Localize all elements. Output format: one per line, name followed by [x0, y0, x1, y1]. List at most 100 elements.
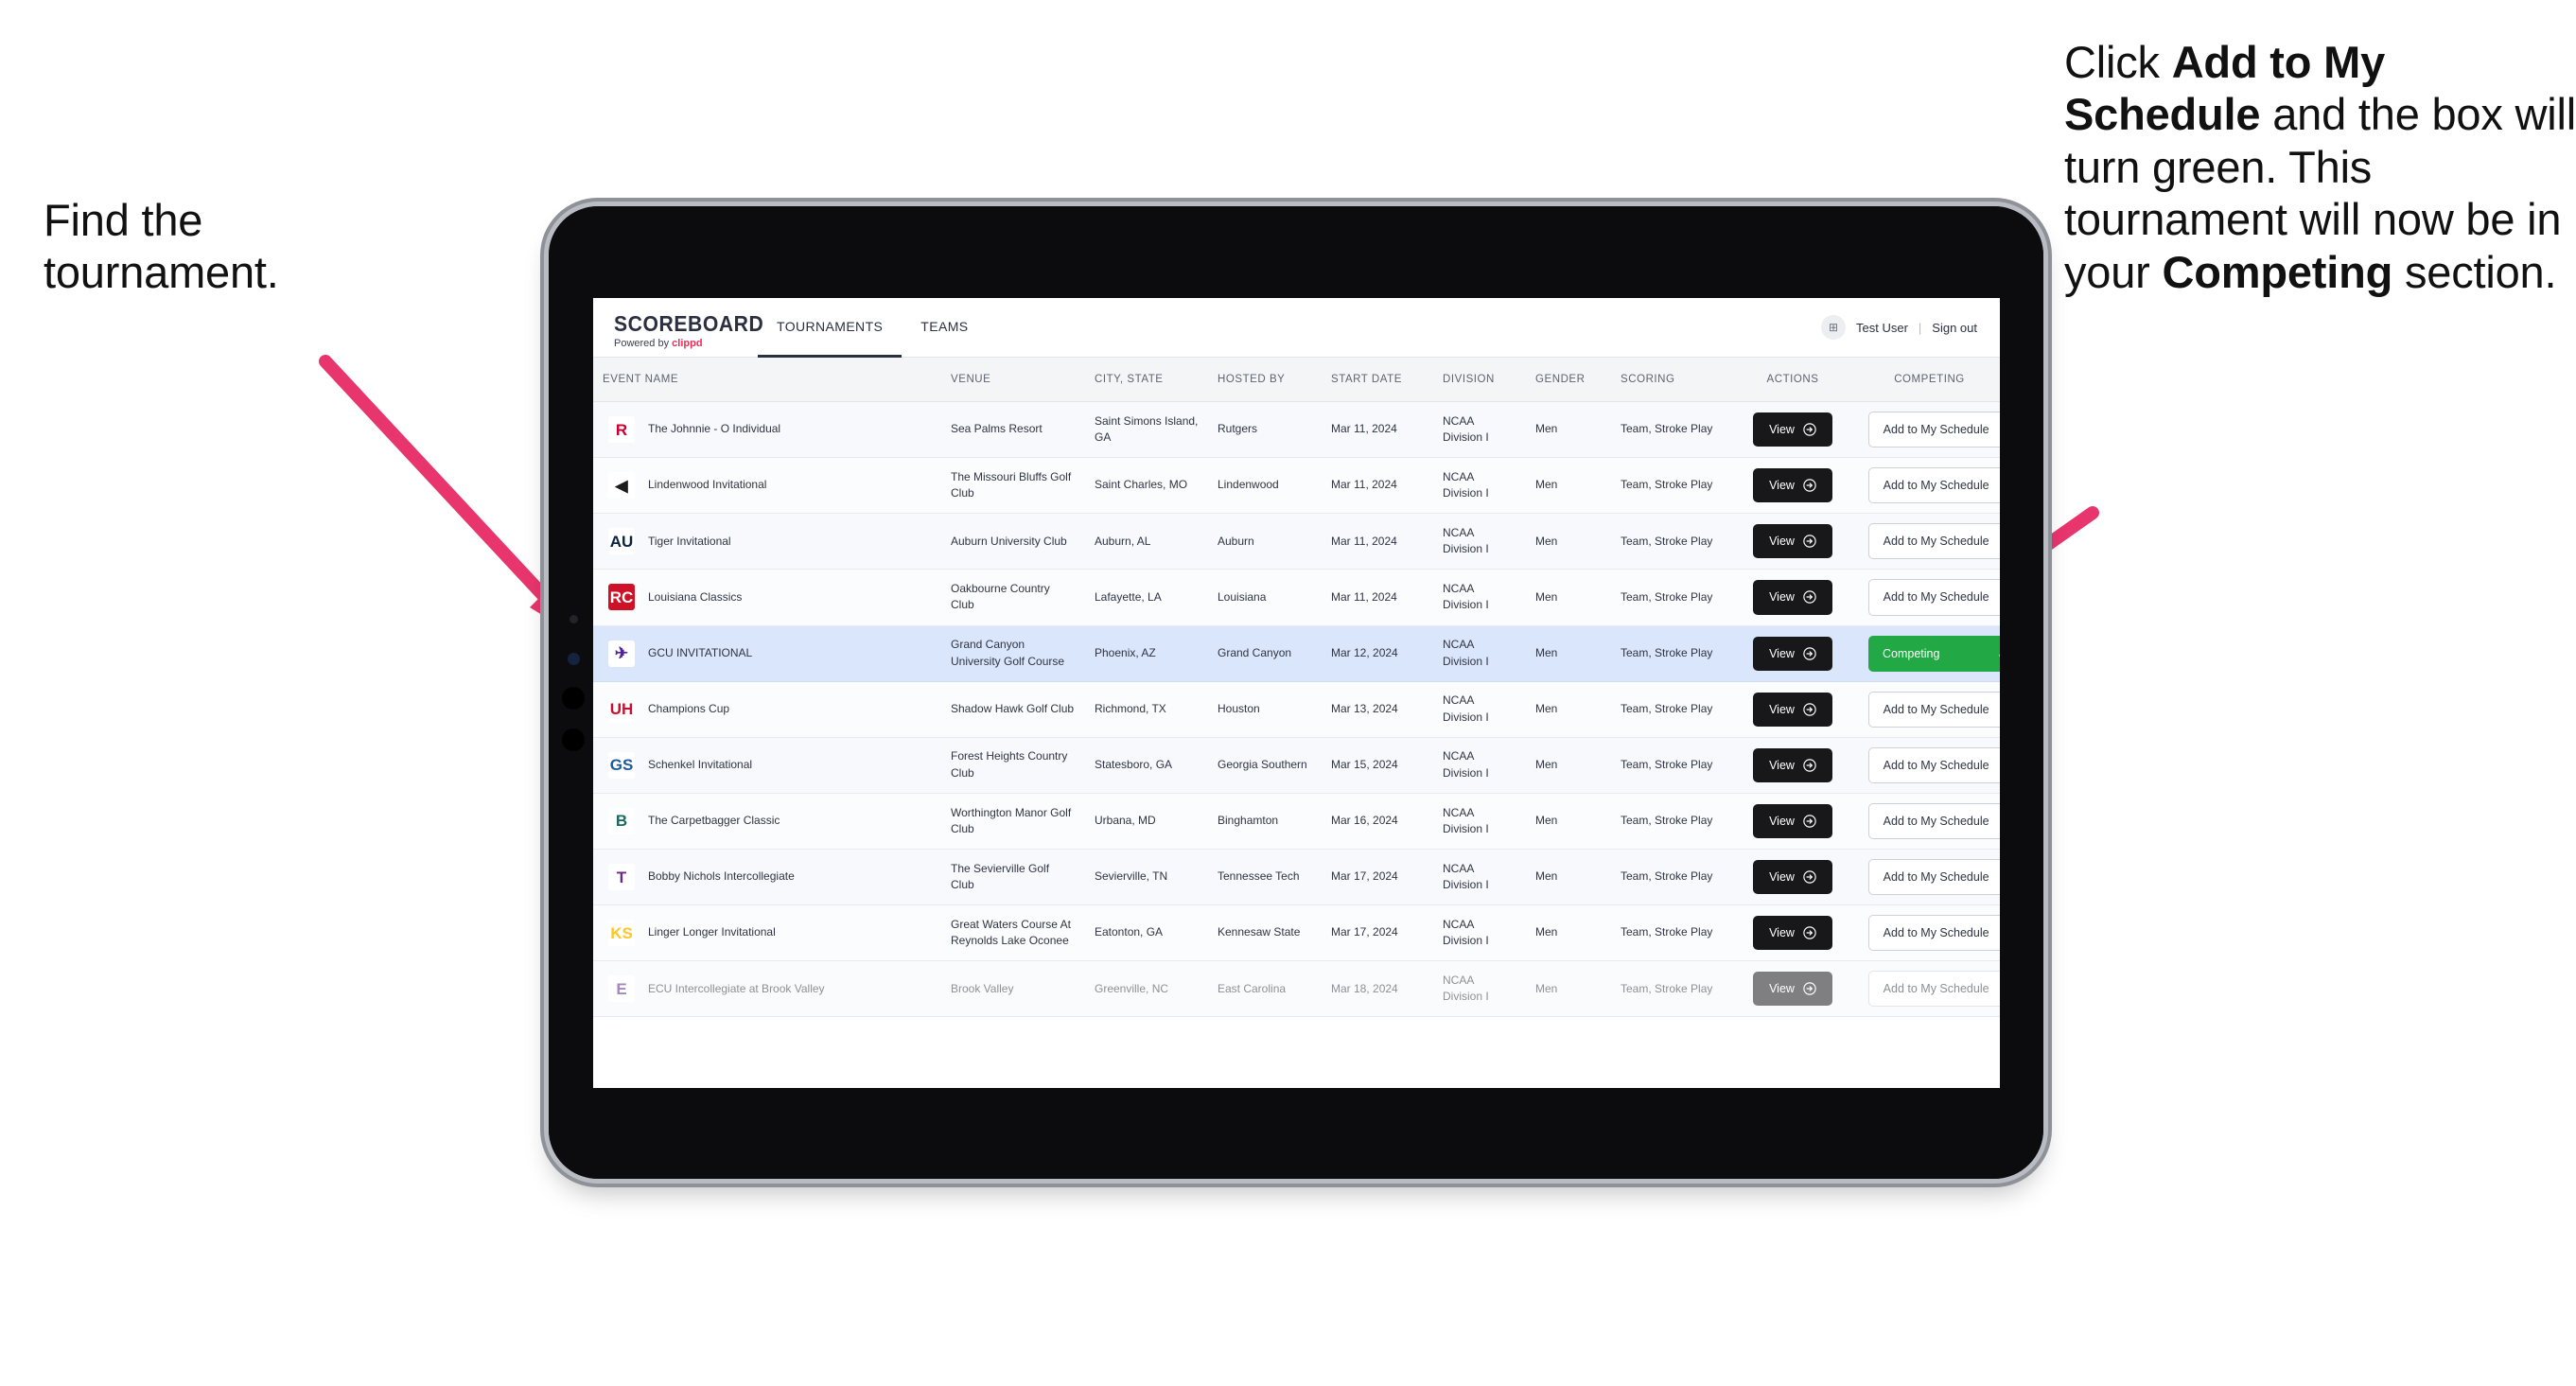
add-to-my-schedule-button[interactable]: Add to My Schedule+ — [1868, 971, 2000, 1008]
col-hosted-by[interactable]: HOSTED BY — [1208, 358, 1322, 402]
cell-gender: Men — [1526, 904, 1611, 962]
cell-division: NCAA Division I — [1433, 849, 1526, 906]
team-logo-icon: B — [608, 807, 635, 834]
cell-city-state: Phoenix, AZ — [1085, 625, 1208, 682]
cell-actions: View — [1726, 960, 1859, 1018]
cell-division: NCAA Division I — [1433, 513, 1526, 570]
view-button[interactable]: View — [1753, 636, 1832, 671]
add-to-my-schedule-label: Add to My Schedule — [1883, 590, 1989, 605]
brand-subtitle-prefix: Powered by — [614, 338, 673, 349]
brand-subtitle: Powered by clippd — [614, 339, 758, 349]
annotation-left-line1: Find the — [44, 195, 203, 245]
cell-scoring: Team, Stroke Play — [1611, 457, 1726, 515]
add-to-my-schedule-button[interactable]: Add to My Schedule+ — [1868, 579, 2000, 616]
table-row[interactable]: E ECU Intercollegiate at Brook Valley Broo… — [593, 960, 2000, 1018]
annotation-right-part1: Click — [2064, 37, 2172, 87]
event-name-text: Champions Cup — [648, 701, 730, 715]
event-name-text: Lindenwood Invitational — [648, 478, 767, 492]
cell-competing: Competing ✓ — [1859, 625, 2000, 682]
tab-teams[interactable]: TEAMS — [902, 298, 987, 358]
team-logo-icon: RC — [608, 584, 635, 611]
view-button[interactable]: View — [1753, 860, 1832, 895]
view-button-label: View — [1769, 423, 1795, 436]
view-button[interactable]: View — [1753, 972, 1832, 1007]
table-row[interactable]: UH Champions Cup Shadow Hawk Golf Club Rich… — [593, 681, 2000, 738]
scoreboard-app-screen: SCOREBOARD Powered by clippd TOURNAMENTS… — [593, 298, 2000, 1088]
table-header-row: EVENT NAME VENUE CITY, STATE HOSTED BY S… — [593, 358, 2000, 402]
table-row[interactable]: T Bobby Nichols Intercollegiate The Sevier… — [593, 849, 2000, 906]
view-button-label: View — [1769, 590, 1795, 605]
circle-arrow-icon — [1803, 646, 1816, 660]
cell-scoring: Team, Stroke Play — [1611, 625, 1726, 682]
table-row[interactable]: AU Tiger Invitational Auburn University Cl… — [593, 513, 2000, 570]
cell-gender: Men — [1526, 457, 1611, 515]
cell-hosted-by: Tennessee Tech — [1208, 849, 1322, 906]
cell-gender: Men — [1526, 513, 1611, 570]
view-button[interactable]: View — [1753, 524, 1832, 559]
table-row[interactable]: ✈ GCU INVITATIONAL Grand Canyon University… — [593, 625, 2000, 682]
col-venue[interactable]: VENUE — [941, 358, 1085, 402]
add-to-my-schedule-button[interactable]: Add to My Schedule+ — [1868, 802, 2000, 839]
circle-arrow-icon — [1803, 479, 1816, 492]
add-to-my-schedule-button[interactable]: Add to My Schedule+ — [1868, 467, 2000, 504]
table-row[interactable]: B The Carpetbagger Classic Worthington Man… — [593, 793, 2000, 851]
tablet-speaker-hole-2 — [562, 728, 585, 751]
competing-badge[interactable]: Competing ✓ — [1868, 635, 2000, 672]
view-button[interactable]: View — [1753, 747, 1832, 782]
add-to-my-schedule-label: Add to My Schedule — [1883, 423, 1989, 436]
cell-city-state: Saint Simons Island, GA — [1085, 401, 1208, 459]
col-division[interactable]: DIVISION — [1433, 358, 1526, 402]
table-row[interactable]: R The Johnnie - O Individual Sea Palms Res… — [593, 401, 2000, 459]
table-row[interactable]: GS Schenkel Invitational Forest Heights Co… — [593, 737, 2000, 794]
col-event-name[interactable]: EVENT NAME — [593, 358, 941, 402]
team-logo-icon: UH — [608, 695, 635, 723]
cell-start-date: Mar 16, 2024 — [1322, 793, 1433, 851]
event-name-text: ECU Intercollegiate at Brook Valley — [648, 981, 825, 995]
view-button[interactable]: View — [1753, 412, 1832, 447]
annotation-left-line2: tournament. — [44, 247, 279, 298]
cell-event-name: R The Johnnie - O Individual — [593, 401, 941, 459]
user-name[interactable]: Test User — [1856, 321, 1908, 335]
cell-division: NCAA Division I — [1433, 401, 1526, 459]
add-to-my-schedule-label: Add to My Schedule — [1883, 982, 1989, 996]
col-scoring[interactable]: SCORING — [1611, 358, 1726, 402]
add-to-my-schedule-button[interactable]: Add to My Schedule+ — [1868, 412, 2000, 448]
cell-competing: Add to My Schedule+ — [1859, 457, 2000, 515]
cell-actions: View — [1726, 569, 1859, 626]
add-to-my-schedule-button[interactable]: Add to My Schedule+ — [1868, 746, 2000, 783]
check-icon: ✓ — [1997, 647, 2000, 660]
annotation-right-bold2: Competing — [2162, 246, 2393, 297]
cell-event-name: ◀ Lindenwood Invitational — [593, 457, 941, 515]
view-button[interactable]: View — [1753, 580, 1832, 615]
cell-event-name: KS Linger Longer Invitational — [593, 904, 941, 962]
cell-gender: Men — [1526, 401, 1611, 459]
add-to-my-schedule-button[interactable]: Add to My Schedule+ — [1868, 523, 2000, 560]
team-logo-icon: E — [608, 975, 635, 1003]
brand-logo[interactable]: SCOREBOARD Powered by clippd — [593, 298, 763, 357]
view-button[interactable]: View — [1753, 916, 1832, 951]
add-to-my-schedule-button[interactable]: Add to My Schedule+ — [1868, 915, 2000, 952]
circle-arrow-icon — [1803, 982, 1816, 996]
col-city-state[interactable]: CITY, STATE — [1085, 358, 1208, 402]
table-row[interactable]: KS Linger Longer Invitational Great Waters… — [593, 904, 2000, 962]
table-row[interactable]: ◀ Lindenwood Invitational The Missouri Blu… — [593, 457, 2000, 515]
col-gender[interactable]: GENDER — [1526, 358, 1611, 402]
cell-scoring: Team, Stroke Play — [1611, 681, 1726, 738]
add-to-my-schedule-button[interactable]: Add to My Schedule+ — [1868, 691, 2000, 728]
view-button[interactable]: View — [1753, 692, 1832, 727]
tab-tournaments[interactable]: TOURNAMENTS — [758, 298, 902, 358]
view-button-label: View — [1769, 702, 1795, 716]
col-start-date[interactable]: START DATE — [1322, 358, 1433, 402]
sign-out-link[interactable]: Sign out — [1932, 321, 1977, 335]
view-button-label: View — [1769, 814, 1795, 828]
tablet-speaker-hole-1 — [562, 687, 585, 710]
cell-start-date: Mar 13, 2024 — [1322, 681, 1433, 738]
cell-scoring: Team, Stroke Play — [1611, 793, 1726, 851]
view-button[interactable]: View — [1753, 803, 1832, 838]
view-button[interactable]: View — [1753, 468, 1832, 503]
table-row[interactable]: RC Louisiana Classics Oakbourne Country Cl… — [593, 569, 2000, 626]
add-to-my-schedule-button[interactable]: Add to My Schedule+ — [1868, 859, 2000, 896]
avatar[interactable]: ⊞ — [1821, 315, 1846, 340]
cell-gender: Men — [1526, 849, 1611, 906]
cell-division: NCAA Division I — [1433, 960, 1526, 1018]
